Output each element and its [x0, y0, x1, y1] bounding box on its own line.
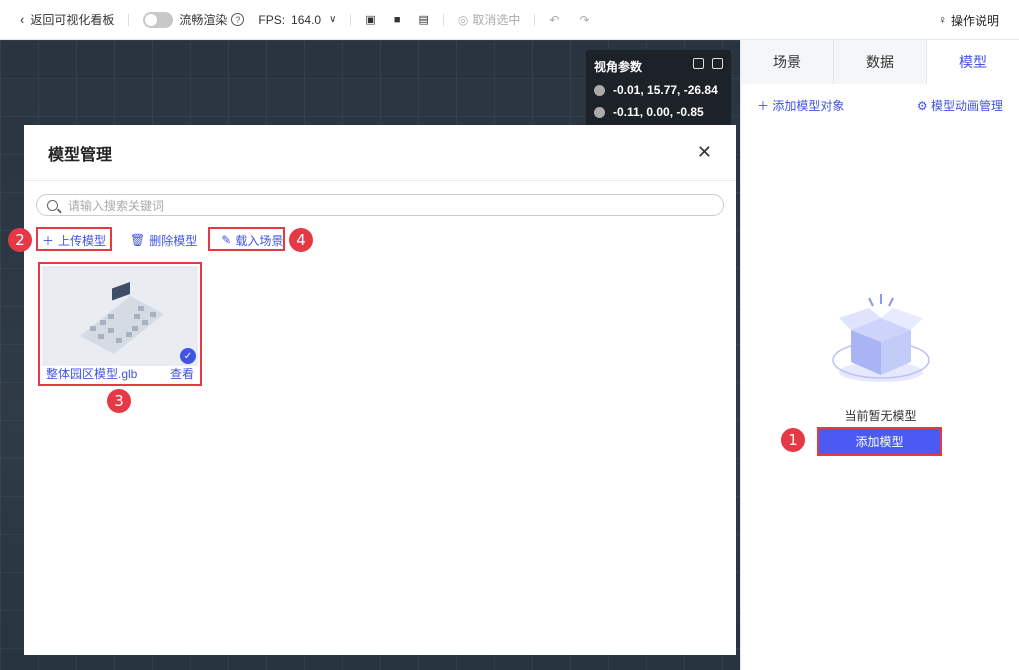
- divider: [350, 13, 352, 26]
- help-circle-icon[interactable]: ?: [231, 13, 245, 26]
- tab-data[interactable]: 数据: [834, 40, 927, 84]
- divider: [534, 13, 536, 26]
- view-front-icon[interactable]: ▣: [365, 13, 375, 26]
- plus-icon: ＋: [757, 99, 773, 113]
- view-params-title: 视角参数: [594, 60, 643, 74]
- delete-model-label: 删除模型: [149, 233, 198, 248]
- target-icon: ◎: [457, 12, 469, 27]
- fps-label: FPS:: [258, 12, 286, 27]
- add-model-object-label: 添加模型对象: [772, 99, 845, 113]
- model-animation-button[interactable]: ⚙ 模型动画管理: [917, 97, 1003, 114]
- right-panel: 场景 数据 模型 ＋ 添加模型对象 ⚙ 模型动画管理 当前暂无模型 添加模型: [740, 40, 1019, 670]
- model-thumbnail: ✓: [42, 266, 198, 366]
- smooth-render-label: 流畅渲染: [179, 13, 228, 27]
- search-input[interactable]: 请输入搜索关键词: [36, 194, 724, 216]
- tab-scene[interactable]: 场景: [741, 40, 834, 84]
- dialog-title: 模型管理: [48, 146, 113, 164]
- highlight-upload: [36, 227, 112, 251]
- chevron-left-icon: ‹: [20, 12, 25, 27]
- help-link[interactable]: 操作说明: [951, 12, 999, 29]
- view-side-icon[interactable]: ▤: [418, 13, 428, 26]
- model-file-name: 整体园区模型.glb: [46, 367, 138, 381]
- model-animation-label: 模型动画管理: [930, 99, 1003, 113]
- search-placeholder: 请输入搜索关键词: [68, 198, 165, 213]
- highlight-load-scene: [208, 227, 285, 251]
- model-preview-image: [80, 281, 164, 354]
- step-marker-2: 2: [8, 228, 32, 252]
- target-icon: [594, 106, 605, 118]
- undo-icon[interactable]: ↶: [549, 13, 559, 27]
- add-model-object-button[interactable]: ＋ 添加模型对象: [757, 97, 844, 114]
- close-icon[interactable]: ✕: [697, 142, 712, 163]
- target-position-value: -0.11, 0.00, -0.85: [613, 105, 704, 119]
- paste-icon[interactable]: [712, 58, 723, 69]
- smooth-render-toggle[interactable]: [143, 11, 174, 28]
- back-label: 返回可视化看板: [30, 13, 115, 27]
- camera-icon: [594, 84, 605, 96]
- gear-icon: ⚙: [916, 99, 931, 113]
- delete-model-button[interactable]: 🗑 删除模型: [126, 229, 201, 251]
- copy-icon[interactable]: [693, 58, 704, 69]
- fps-value: 164.0: [291, 12, 322, 27]
- add-model-button[interactable]: 添加模型: [817, 427, 942, 456]
- redo-icon[interactable]: ↷: [579, 13, 589, 27]
- tab-model[interactable]: 模型: [927, 40, 1019, 84]
- step-marker-4: 4: [289, 228, 313, 252]
- camera-position-value: -0.01, 15.77, -26.84: [613, 83, 718, 97]
- step-marker-3: 3: [107, 389, 131, 413]
- view-model-link[interactable]: 查看: [170, 365, 194, 382]
- trash-icon: 🗑: [130, 233, 146, 247]
- step-marker-1: 1: [781, 428, 805, 452]
- empty-state-text: 当前暂无模型: [844, 409, 917, 423]
- top-toolbar: ‹ 返回可视化看板 流畅渲染 ? FPS: 164.0 ∨ ▣ ■ ▤ ◎ 取消…: [0, 0, 1019, 40]
- view-params-panel: 视角参数 -0.01, 15.77, -26.84 -0.11, 0.00, -…: [586, 50, 731, 128]
- empty-box-illustration: [832, 294, 930, 382]
- cancel-select-button[interactable]: ◎ 取消选中: [458, 11, 521, 28]
- divider: [442, 13, 444, 26]
- panel-tabs: 场景 数据 模型: [741, 40, 1019, 84]
- chevron-down-icon[interactable]: ∨: [329, 14, 336, 25]
- model-manager-dialog: 模型管理 ✕ 请输入搜索关键词 ＋ 上传模型 🗑 删除模型 ✎ 载入场景 ✓ 整…: [24, 125, 736, 655]
- checkmark-icon: ✓: [180, 348, 196, 364]
- search-icon: [47, 199, 58, 211]
- cancel-select-label: 取消选中: [472, 13, 521, 27]
- model-card[interactable]: ✓ 整体园区模型.glb 查看: [38, 262, 202, 386]
- divider: [128, 13, 130, 26]
- back-button[interactable]: ‹ 返回可视化看板: [20, 11, 114, 28]
- lightbulb-icon: ♀: [937, 13, 947, 27]
- view-cube-icon[interactable]: ■: [394, 14, 401, 26]
